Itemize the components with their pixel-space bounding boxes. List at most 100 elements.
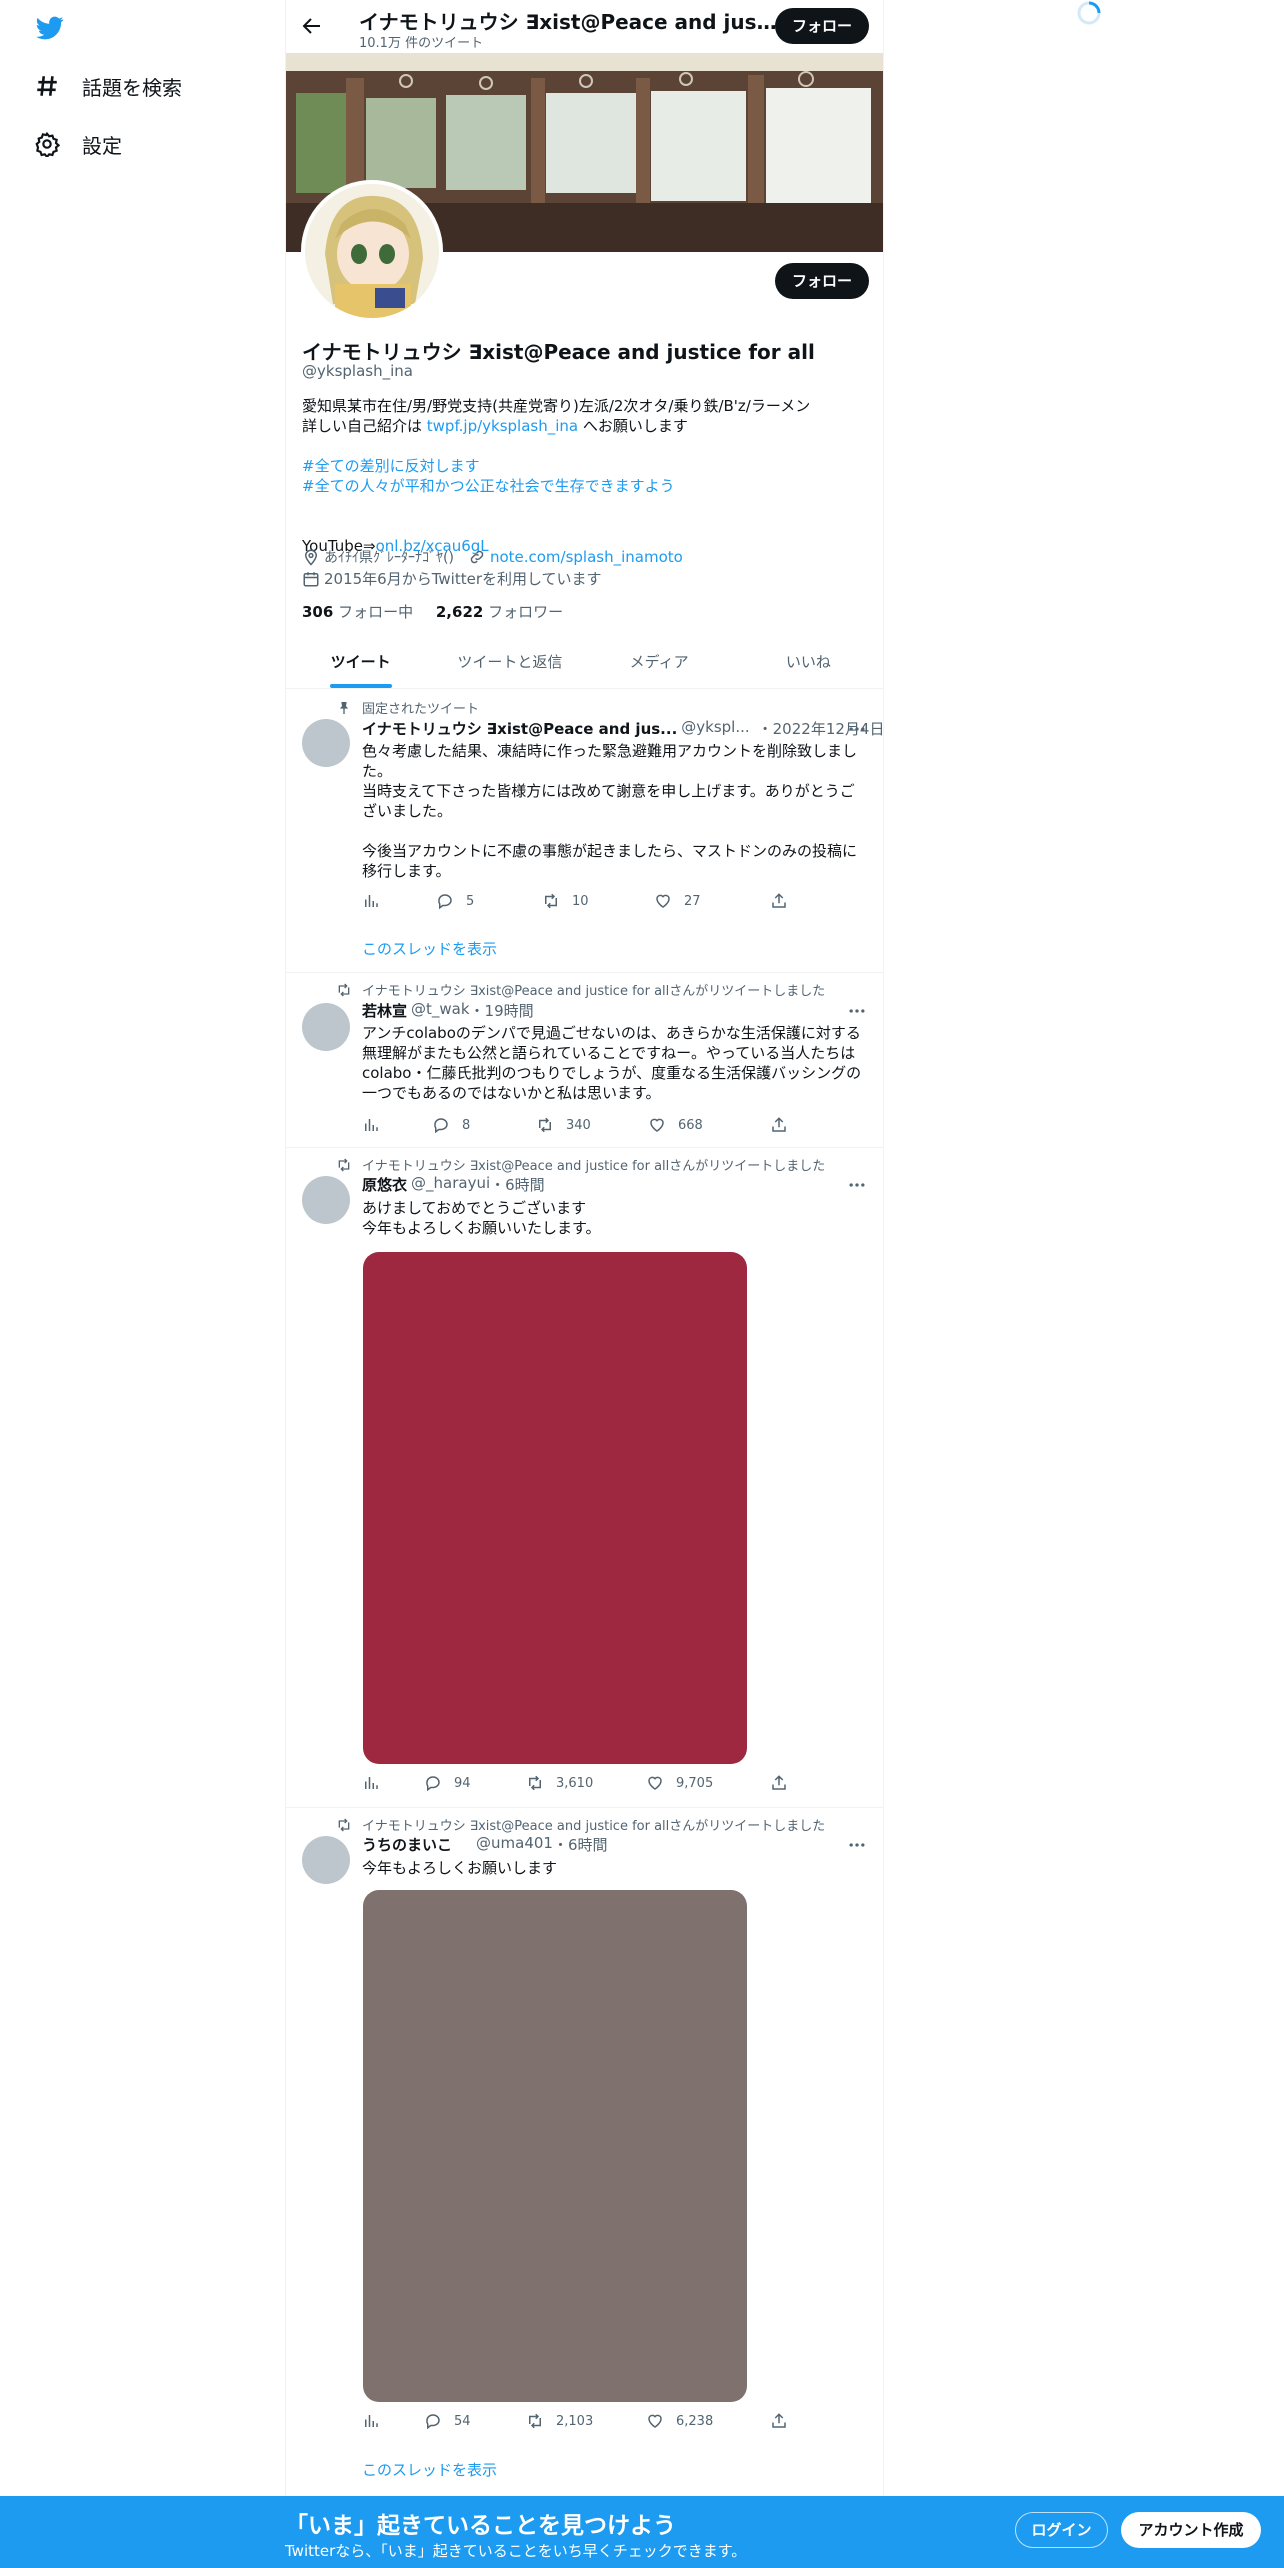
profile-follow-button[interactable]: フォロー: [775, 263, 869, 299]
tab-likes[interactable]: いいね: [734, 636, 883, 688]
analytics-button[interactable]: [362, 892, 392, 910]
like-button[interactable]: 27: [654, 892, 701, 910]
show-thread-link[interactable]: このスレッドを表示: [362, 938, 497, 959]
like-button[interactable]: 6,238: [646, 2412, 713, 2430]
tab-media[interactable]: メディア: [585, 636, 734, 688]
retweet-button[interactable]: 3,610: [526, 1774, 593, 1792]
tab-tweets-and-replies[interactable]: ツイートと返信: [435, 636, 584, 688]
nav-settings[interactable]: 設定: [34, 124, 122, 164]
avatar[interactable]: [302, 1836, 350, 1884]
share-button[interactable]: [770, 892, 800, 910]
author-name[interactable]: うちのまいこ: [362, 1834, 452, 1855]
author-handle[interactable]: @_harayui: [411, 1174, 490, 1195]
like-button[interactable]: 668: [648, 1116, 703, 1134]
like-button[interactable]: 9,705: [646, 1774, 713, 1792]
left-navigation: 話題を検索 設定: [0, 0, 285, 2568]
share-icon: [772, 2413, 786, 2428]
tweet-pinned[interactable]: 固定されたツイート イナモトリュウシ ∃xist@Peace and jus..…: [286, 689, 884, 973]
reply-button[interactable]: 8: [432, 1116, 470, 1134]
share-button[interactable]: [770, 1116, 800, 1134]
tweet-text: 色々考慮した結果、凍結時に作った緊急避難用アカウントを削除致しまし た。 当時支…: [362, 741, 867, 881]
avatar[interactable]: [302, 1176, 350, 1224]
profile-handle: @yksplash_ina: [302, 362, 413, 380]
bio-spacer: [302, 436, 867, 456]
author-handle[interactable]: @t_wak: [411, 1000, 470, 1021]
analytics-button[interactable]: [362, 1774, 392, 1792]
profile-avatar[interactable]: [301, 180, 443, 322]
signup-button[interactable]: アカウント作成: [1121, 2512, 1261, 2548]
tweet-line: 無理解がまたも公然と語られていることですねー。やっている当人たちは: [362, 1044, 856, 1062]
tweet-media-image[interactable]: [363, 1890, 747, 2402]
more-options-icon[interactable]: [847, 1835, 867, 1855]
retweet-label-text: イナモトリュウシ ∃xist@Peace and justice for all…: [362, 1159, 826, 1174]
tab-tweets[interactable]: ツイート: [286, 636, 435, 688]
avatar[interactable]: [302, 1003, 350, 1051]
tweet-actions: 54 2,103 6,238: [362, 2412, 792, 2432]
show-thread-link[interactable]: このスレッドを表示: [362, 2459, 497, 2480]
tweet-text: あけましておめでとうございます 今年もよろしくお願いいたします。: [362, 1198, 867, 1238]
retweet-button[interactable]: 10: [542, 892, 589, 910]
author-handle[interactable]: @ykspl...: [681, 718, 749, 739]
profile-website-link[interactable]: note.com/splash_inamoto: [490, 548, 683, 566]
reply-button[interactable]: 94: [424, 1774, 471, 1792]
more-options-icon[interactable]: [847, 719, 867, 739]
share-button[interactable]: [770, 1774, 800, 1792]
twitter-logo-icon[interactable]: [34, 14, 66, 42]
header-follow-button[interactable]: フォロー: [775, 8, 869, 44]
analytics-icon: [365, 1119, 378, 1131]
follow-stats: 306 フォロー中 2,622 フォロワー: [302, 601, 563, 622]
tweet-retweeted[interactable]: イナモトリュウシ ∃xist@Peace and justice for all…: [286, 1148, 883, 1808]
pin-icon: [340, 701, 348, 714]
retweet-small-icon: [338, 1818, 350, 1831]
profile-header-bar: イナモトリュウシ ∃xist@Peace and justice for all…: [286, 0, 883, 53]
like-count: 9,705: [676, 1775, 714, 1791]
login-button[interactable]: ログイン: [1015, 2512, 1108, 2548]
share-button[interactable]: [770, 2412, 800, 2430]
author-name[interactable]: 原悠衣: [362, 1174, 407, 1195]
author-name[interactable]: イナモトリュウシ ∃xist@Peace and jus...: [362, 718, 677, 739]
analytics-button[interactable]: [362, 1116, 392, 1134]
retweet-count: 10: [572, 893, 589, 909]
bio-text: へお願いします: [578, 417, 688, 435]
retweet-button[interactable]: 340: [536, 1116, 591, 1134]
analytics-button[interactable]: [362, 2412, 392, 2430]
twpf-link[interactable]: twpf.jp/yksplash_ina: [427, 417, 578, 435]
retweet-count: 2,103: [556, 2413, 594, 2429]
hashtag-link[interactable]: #全ての人々が平和かつ公正な社会で生存できますよう: [302, 476, 867, 496]
tweet-line: 移行します。: [362, 862, 451, 880]
retweet-label: イナモトリュウシ ∃xist@Peace and justice for all…: [338, 1815, 825, 1834]
nav-explore[interactable]: 話題を検索: [34, 66, 182, 106]
followers-link[interactable]: 2,622 フォロワー: [436, 603, 563, 621]
tweet-time[interactable]: ・6時間: [490, 1174, 545, 1195]
profile-name: イナモトリュウシ ∃xist@Peace and justice for all: [302, 340, 815, 364]
avatar[interactable]: [302, 719, 350, 767]
reply-button[interactable]: 5: [436, 892, 474, 910]
tweet-header: 若林宣 @t_wak ・19時間: [362, 1000, 534, 1021]
pinned-label: 固定されたツイート: [340, 698, 479, 717]
analytics-icon: [365, 1777, 378, 1789]
banner-title: 「いま」起きていることを見つけよう: [285, 2513, 676, 2539]
back-arrow-icon[interactable]: [300, 14, 324, 38]
author-handle[interactable]: @uma401: [476, 1834, 553, 1855]
tweet-header: うちのまいこ @uma401 ・6時間: [362, 1834, 608, 1855]
reply-count: 94: [454, 1775, 471, 1791]
retweet-small-icon: [338, 983, 350, 996]
tweet-time[interactable]: ・19時間: [470, 1000, 534, 1021]
tweet-media-image[interactable]: [363, 1252, 747, 1764]
more-options-icon[interactable]: [847, 1001, 867, 1021]
reply-button[interactable]: 54: [424, 2412, 471, 2430]
tweet-retweeted[interactable]: イナモトリュウシ ∃xist@Peace and justice for all…: [286, 1808, 883, 2496]
retweet-button[interactable]: 2,103: [526, 2412, 593, 2430]
tweet-time[interactable]: ・6時間: [553, 1834, 608, 1855]
author-name[interactable]: 若林宣: [362, 1000, 407, 1021]
hashtag-link[interactable]: #全ての差別に反対します: [302, 456, 867, 476]
like-count: 668: [678, 1117, 703, 1133]
more-options-icon[interactable]: [847, 1175, 867, 1195]
tweet-line: ざいました。: [362, 802, 453, 820]
bio-text: 詳しい自己紹介は: [302, 417, 427, 435]
tweet-line: 一つでもあるのではないかと私は思います。: [362, 1084, 661, 1102]
tweet-retweeted[interactable]: イナモトリュウシ ∃xist@Peace and justice for all…: [286, 973, 883, 1148]
share-icon: [772, 1775, 786, 1790]
retweet-label: イナモトリュウシ ∃xist@Peace and justice for all…: [338, 980, 825, 999]
following-link[interactable]: 306 フォロー中: [302, 603, 413, 621]
